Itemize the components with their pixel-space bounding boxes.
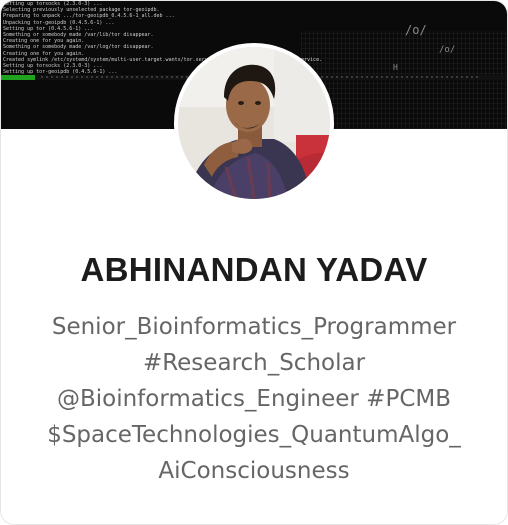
terminal-status-indicator <box>1 75 35 80</box>
bio-line: AiConsciousness <box>158 458 350 484</box>
bio-line: @Bioinformatics_Engineer #PCMB <box>56 386 452 412</box>
banner-glyph: H <box>393 63 398 72</box>
banner-glyph: /o/ <box>439 45 456 55</box>
avatar-photo <box>178 47 330 199</box>
bio-line: Senior_Bioinformatics_Programmer <box>51 314 457 340</box>
profile-name: ABHINANDAN YADAV <box>80 251 428 288</box>
profile-card: Setting up torsocks (2.3.0-3) ... Select… <box>0 0 508 525</box>
profile-bio: Senior_Bioinformatics_Programmer #Resear… <box>1 309 507 489</box>
profile-avatar[interactable] <box>174 43 334 203</box>
bio-line: $SpaceTechnologies_QuantumAlgo_ <box>47 422 461 448</box>
banner-glyph: /o/ <box>405 23 427 37</box>
bio-line: #Research_Scholar <box>142 350 366 376</box>
